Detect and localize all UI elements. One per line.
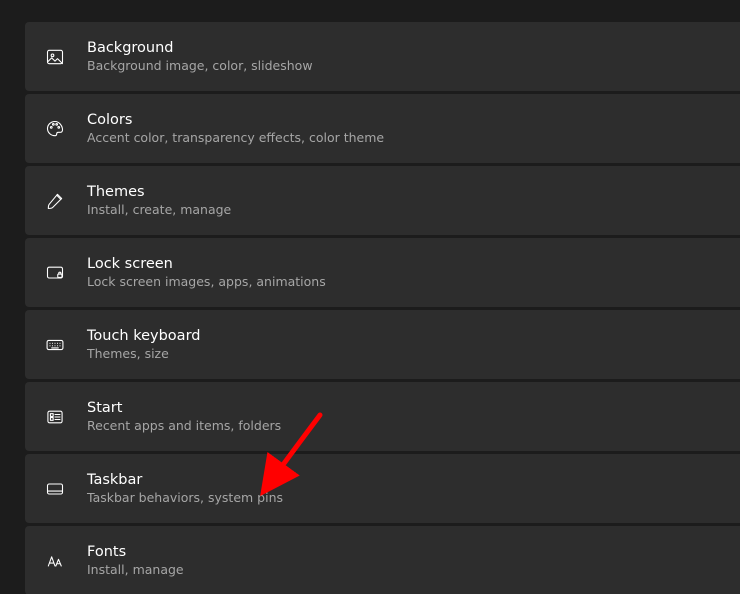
row-labels: Start Recent apps and items, folders <box>87 399 281 434</box>
row-labels: Fonts Install, manage <box>87 543 184 578</box>
keyboard-icon <box>43 333 67 357</box>
row-start[interactable]: Start Recent apps and items, folders <box>25 382 740 451</box>
row-lock-screen[interactable]: Lock screen Lock screen images, apps, an… <box>25 238 740 307</box>
start-icon <box>43 405 67 429</box>
row-title: Background <box>87 39 313 57</box>
row-title: Lock screen <box>87 255 326 273</box>
row-labels: Background Background image, color, slid… <box>87 39 313 74</box>
row-labels: Colors Accent color, transparency effect… <box>87 111 384 146</box>
row-subtitle: Install, manage <box>87 562 184 578</box>
row-title: Themes <box>87 183 231 201</box>
picture-icon <box>43 45 67 69</box>
row-fonts[interactable]: Fonts Install, manage <box>25 526 740 594</box>
row-labels: Touch keyboard Themes, size <box>87 327 200 362</box>
row-themes[interactable]: Themes Install, create, manage <box>25 166 740 235</box>
row-subtitle: Taskbar behaviors, system pins <box>87 490 283 506</box>
taskbar-icon <box>43 477 67 501</box>
palette-icon <box>43 117 67 141</box>
row-title: Touch keyboard <box>87 327 200 345</box>
row-subtitle: Background image, color, slideshow <box>87 58 313 74</box>
fonts-icon <box>43 549 67 573</box>
row-taskbar[interactable]: Taskbar Taskbar behaviors, system pins <box>25 454 740 523</box>
row-labels: Themes Install, create, manage <box>87 183 231 218</box>
row-title: Fonts <box>87 543 184 561</box>
row-subtitle: Lock screen images, apps, animations <box>87 274 326 290</box>
row-subtitle: Themes, size <box>87 346 200 362</box>
row-background[interactable]: Background Background image, color, slid… <box>25 22 740 91</box>
lockscreen-icon <box>43 261 67 285</box>
row-title: Taskbar <box>87 471 283 489</box>
settings-list: Background Background image, color, slid… <box>0 22 740 594</box>
row-labels: Taskbar Taskbar behaviors, system pins <box>87 471 283 506</box>
row-subtitle: Recent apps and items, folders <box>87 418 281 434</box>
brush-icon <box>43 189 67 213</box>
row-labels: Lock screen Lock screen images, apps, an… <box>87 255 326 290</box>
row-title: Start <box>87 399 281 417</box>
row-title: Colors <box>87 111 384 129</box>
row-subtitle: Install, create, manage <box>87 202 231 218</box>
row-touch-keyboard[interactable]: Touch keyboard Themes, size <box>25 310 740 379</box>
settings-personalization-list: Background Background image, color, slid… <box>0 0 740 594</box>
row-subtitle: Accent color, transparency effects, colo… <box>87 130 384 146</box>
row-colors[interactable]: Colors Accent color, transparency effect… <box>25 94 740 163</box>
